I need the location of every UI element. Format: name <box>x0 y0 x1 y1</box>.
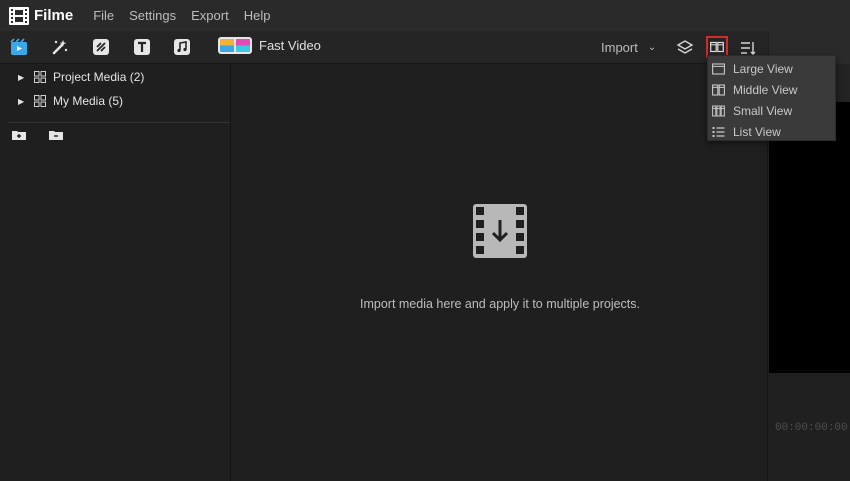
import-button[interactable]: Import ⌄ <box>601 40 656 55</box>
expand-arrow-icon[interactable]: ▶ <box>18 97 28 106</box>
fast-video-label: Fast Video <box>259 38 321 53</box>
menu-file[interactable]: File <box>93 8 114 23</box>
fast-video-icon <box>218 37 252 54</box>
import-label: Import <box>601 40 638 55</box>
import-film-icon <box>473 204 527 258</box>
filme-logo-icon <box>9 6 29 25</box>
remove-folder-icon[interactable] <box>49 130 63 140</box>
large-view-icon <box>712 62 725 75</box>
media-drop-area[interactable]: Import media here and apply it to multip… <box>232 64 768 481</box>
middle-view-icon <box>712 83 725 96</box>
empty-state-message: Import media here and apply it to multip… <box>360 297 640 311</box>
menu-item-label: Small View <box>733 103 793 118</box>
tree-item-my-media[interactable]: ▶ My Media (5) <box>0 91 123 111</box>
menu-item-list-view[interactable]: List View <box>708 121 835 142</box>
chevron-down-icon: ⌄ <box>647 42 657 53</box>
menu-item-large-view[interactable]: Large View <box>708 58 835 79</box>
panel-divider <box>8 122 230 123</box>
tree-item-label: Project Media (2) <box>53 70 145 84</box>
menu-export[interactable]: Export <box>191 8 229 23</box>
media-tree-panel: ▶ Project Media (2) ▶ My Media (5) <box>0 64 231 481</box>
transitions-tab-icon[interactable] <box>92 38 110 56</box>
middle-view-icon <box>710 41 724 53</box>
title-bar: Filme File Settings Export Help <box>0 0 850 31</box>
menu-item-middle-view[interactable]: Middle View <box>708 79 835 100</box>
expand-arrow-icon[interactable]: ▶ <box>18 73 28 82</box>
tree-item-project-media[interactable]: ▶ Project Media (2) <box>0 67 144 87</box>
menu-help[interactable]: Help <box>244 8 271 23</box>
layers-icon[interactable] <box>676 39 694 57</box>
app-name: Filme <box>34 7 74 24</box>
menu-item-label: Large View <box>733 61 793 76</box>
timecode-display: 00:00:00:00 <box>775 422 848 434</box>
menu-item-label: Middle View <box>733 82 798 97</box>
add-folder-icon[interactable] <box>12 130 26 140</box>
text-tab-icon[interactable] <box>133 38 151 56</box>
view-mode-menu: Large View Middle View Small View List V… <box>707 55 836 141</box>
grid-icon <box>34 95 46 107</box>
toolbar: Fast Video Import ⌄ <box>0 31 768 64</box>
effects-tab-icon[interactable] <box>51 38 69 56</box>
preview-player[interactable] <box>769 102 850 373</box>
menu-item-label: List View <box>733 124 781 139</box>
grid-icon <box>34 71 46 83</box>
media-tab-icon[interactable] <box>10 38 28 56</box>
list-view-icon <box>712 126 725 137</box>
small-view-icon <box>712 105 725 116</box>
menu-settings[interactable]: Settings <box>129 8 176 23</box>
tree-item-label: My Media (5) <box>53 94 124 108</box>
fast-video-button[interactable]: Fast Video <box>218 37 321 54</box>
audio-tab-icon[interactable] <box>173 38 191 56</box>
menu-item-small-view[interactable]: Small View <box>708 100 835 121</box>
